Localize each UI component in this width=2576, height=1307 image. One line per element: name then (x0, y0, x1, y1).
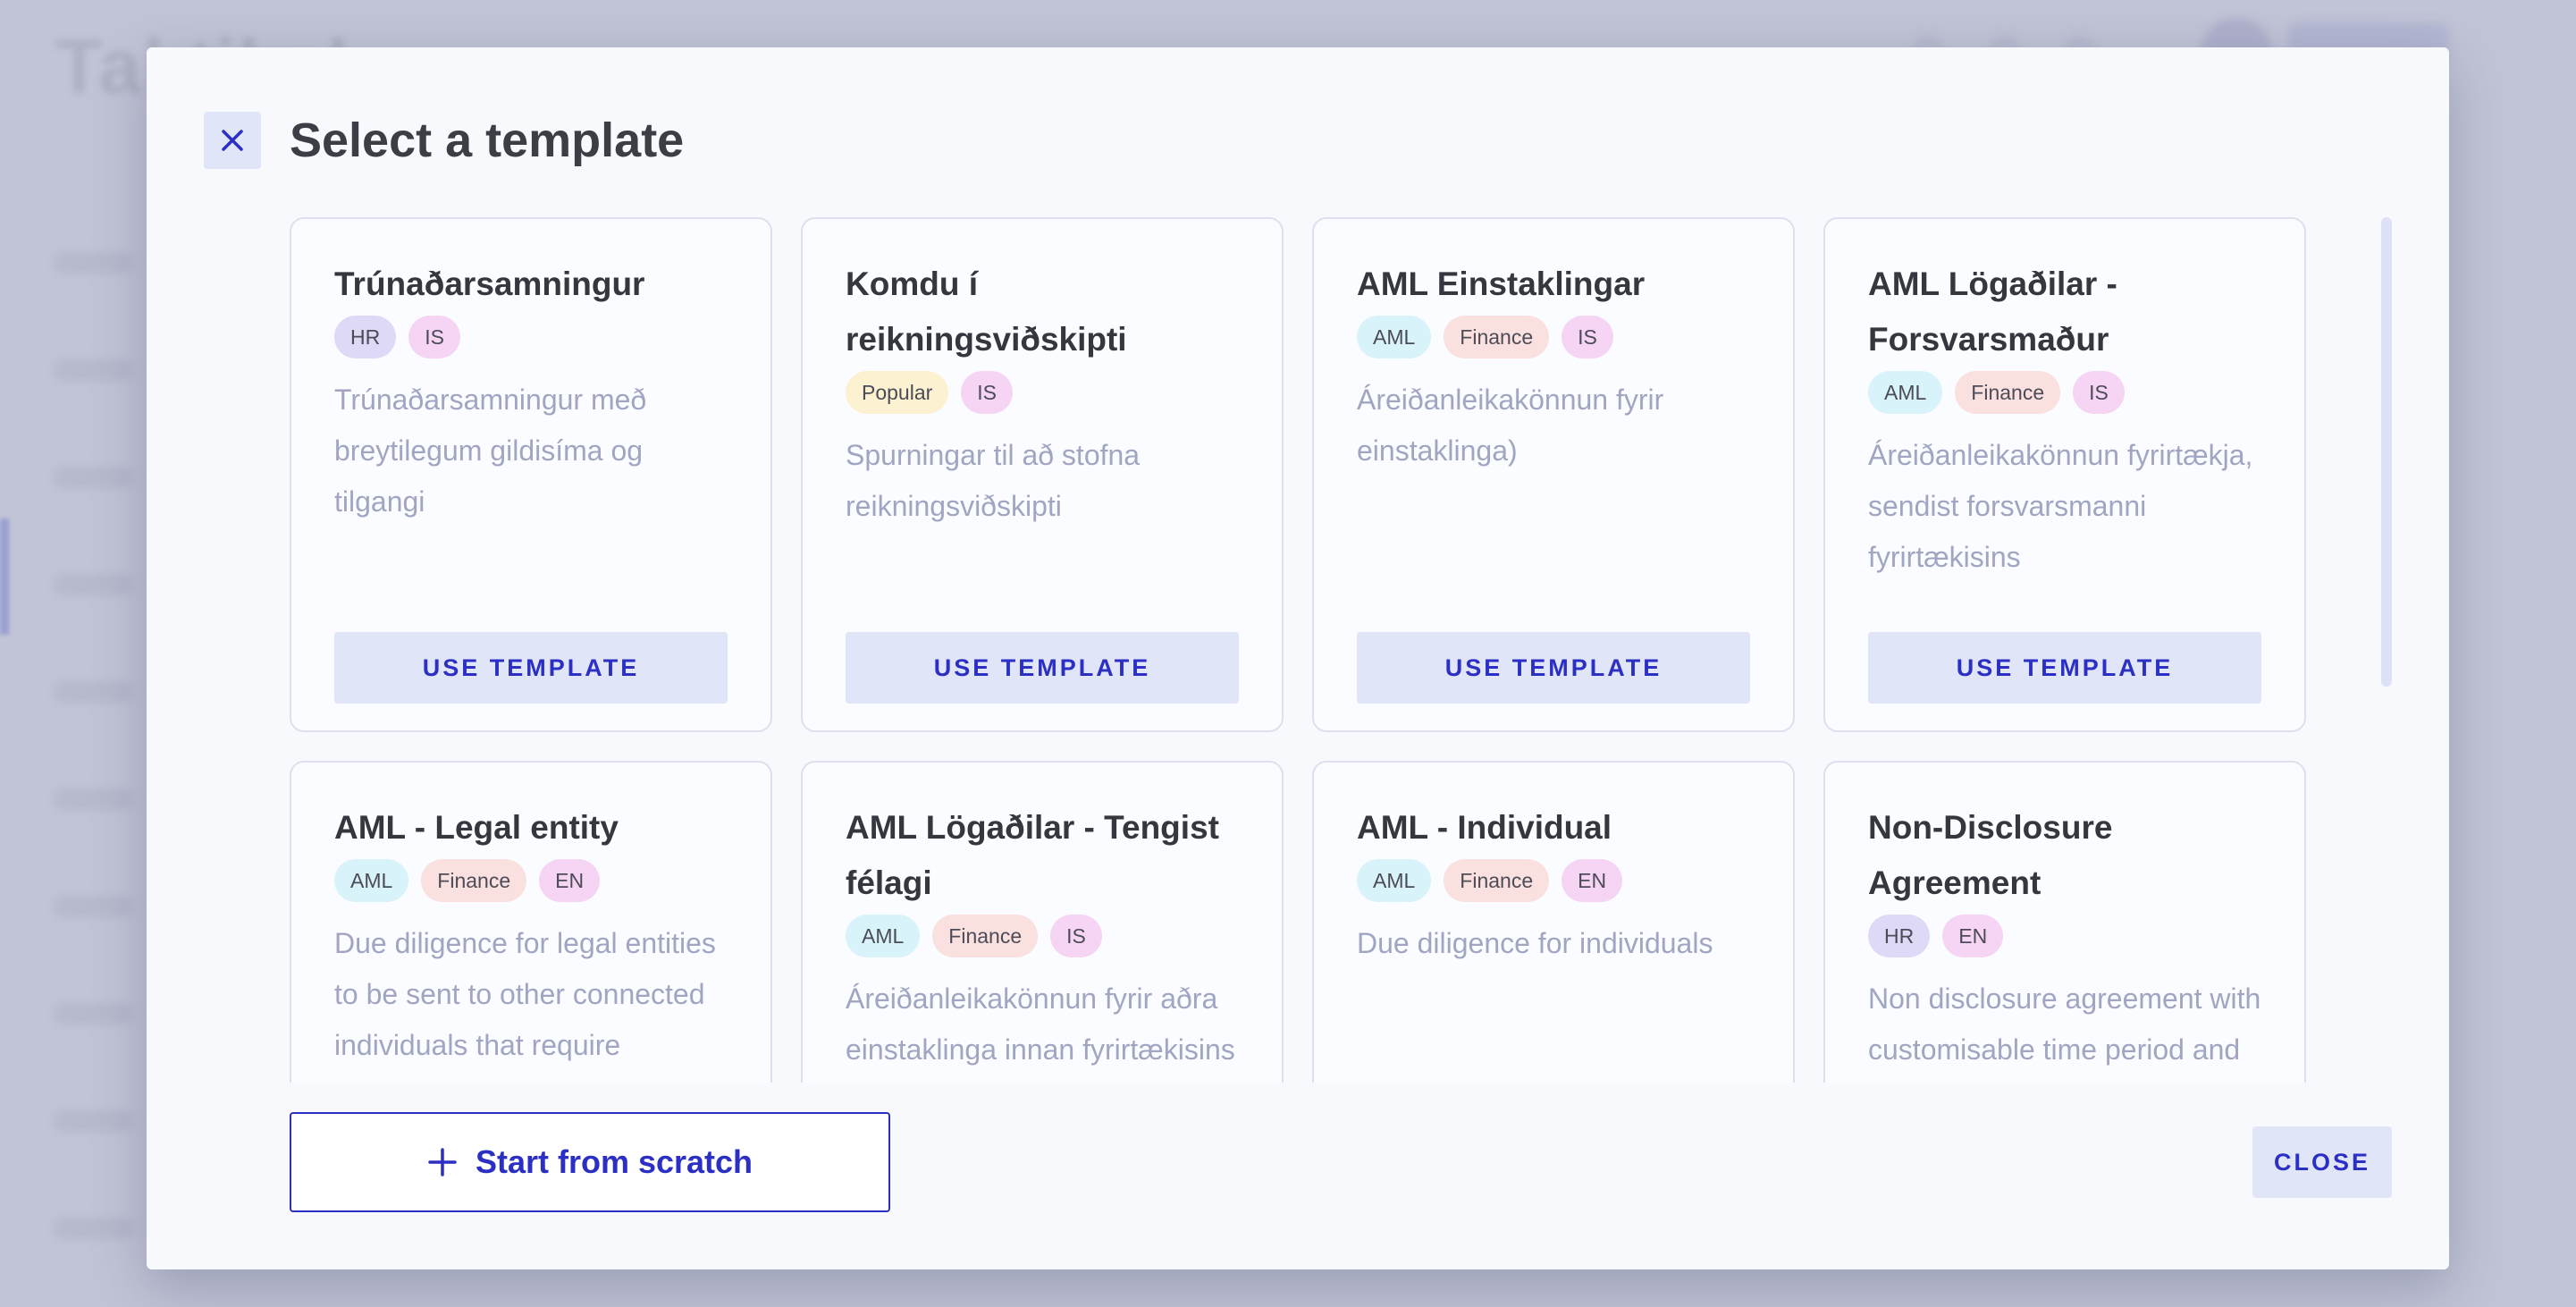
template-card[interactable]: AML - Legal entity AML Finance EN Due dilige… (290, 761, 772, 1083)
template-title: AML Lögaðilar - Forsvarsmaður (1868, 266, 2117, 358)
template-description: Spurningar til að stofna reikningsviðski… (846, 439, 1141, 522)
template-title: Trúnaðarsamningur (334, 266, 645, 302)
tag-badge: EN (1562, 859, 1623, 902)
template-card[interactable]: AML Lögaðilar - Tengist félagi AML Finance… (801, 761, 1284, 1083)
tag-badge: Finance (1444, 316, 1550, 358)
template-description: Áreiðanleikakönnun fyrir einstaklinga) (1357, 384, 1664, 467)
sidebar-item (54, 467, 134, 488)
template-title: AML Einstaklingar (1357, 266, 1646, 302)
tag-badge: AML (1868, 371, 1943, 414)
modal-title: Select a template (290, 114, 685, 167)
tag-badge: AML (334, 859, 409, 902)
sidebar-item (54, 252, 134, 274)
template-tags: HR IS (334, 316, 728, 358)
select-template-modal: Select a template Trúnaðarsamningur HR IS T… (147, 47, 2449, 1269)
template-list[interactable]: Trúnaðarsamningur HR IS Trúnaðarsamningur m… (290, 217, 2471, 1083)
scrollbar-thumb[interactable] (2381, 217, 2392, 687)
tag-badge: AML (846, 915, 921, 957)
sidebar-active-indicator (0, 519, 9, 635)
template-tags: AML Finance IS (1868, 371, 2261, 414)
template-title: AML Lögaðilar - Tengist félagi (846, 809, 1219, 901)
template-tags: AML Finance IS (846, 915, 1239, 957)
template-tags: Popular IS (846, 371, 1239, 414)
template-card[interactable]: Trúnaðarsamningur HR IS Trúnaðarsamningur m… (290, 217, 772, 732)
sidebar-item (54, 896, 134, 917)
modal-close-icon-button[interactable] (204, 112, 261, 169)
template-card[interactable]: AML Einstaklingar AML Finance IS Áreiðanleik… (1312, 217, 1795, 732)
template-description: Trúnaðarsamningur með breytilegum gildis… (334, 384, 647, 518)
start-from-scratch-label: Start from scratch (475, 1143, 753, 1180)
use-template-button[interactable]: USE TEMPLATE (1868, 632, 2261, 704)
template-title: Komdu í reikningsviðskipti (846, 266, 1127, 358)
plus-icon (428, 1148, 457, 1176)
template-card[interactable]: AML - Individual AML Finance EN Due diligenc… (1312, 761, 1795, 1083)
template-tags: AML Finance EN (1357, 859, 1750, 902)
template-title: Non-Disclosure Agreement (1868, 809, 2113, 901)
template-title: AML - Legal entity (334, 809, 619, 846)
template-card[interactable]: Non-Disclosure Agreement HR EN Non disclosu… (1823, 761, 2306, 1083)
use-template-button[interactable]: USE TEMPLATE (846, 632, 1239, 704)
template-tags: AML Finance IS (1357, 316, 1750, 358)
template-description: Due diligence for individuals (1357, 927, 1713, 959)
sidebar-item (54, 359, 134, 381)
template-description: Due diligence for legal entities to be s… (334, 927, 716, 1083)
sidebar-item (54, 681, 134, 703)
tag-badge: Finance (421, 859, 527, 902)
sidebar-item (54, 788, 134, 810)
template-tags: AML Finance EN (334, 859, 728, 902)
tag-badge: Finance (932, 915, 1039, 957)
close-button[interactable]: CLOSE (2252, 1126, 2392, 1198)
tag-badge: IS (408, 316, 460, 358)
tag-badge: IS (1050, 915, 1102, 957)
template-description: Non disclosure agreement with customisab… (1868, 982, 2261, 1066)
sidebar-item (54, 574, 134, 595)
use-template-button[interactable]: USE TEMPLATE (334, 632, 728, 704)
tag-badge: HR (334, 316, 397, 358)
start-from-scratch-button[interactable]: Start from scratch (290, 1112, 890, 1212)
template-tags: HR EN (1868, 915, 2261, 957)
close-icon (222, 130, 243, 151)
tag-badge: HR (1868, 915, 1931, 957)
template-title: AML - Individual (1357, 809, 1612, 846)
tag-badge: AML (1357, 316, 1432, 358)
tag-badge: IS (961, 371, 1014, 414)
sidebar-item (54, 1218, 134, 1239)
tag-badge: Finance (1444, 859, 1550, 902)
template-grid: Trúnaðarsamningur HR IS Trúnaðarsamningur m… (290, 217, 2471, 1083)
tag-badge: EN (1942, 915, 2004, 957)
template-card[interactable]: AML Lögaðilar - Forsvarsmaður AML Finance I… (1823, 217, 2306, 732)
sidebar-item (54, 1110, 134, 1132)
sidebar-item (54, 1003, 134, 1025)
tag-badge: IS (2073, 371, 2125, 414)
use-template-button[interactable]: USE TEMPLATE (1357, 632, 1750, 704)
tag-badge: Popular (846, 371, 949, 414)
tag-badge: AML (1357, 859, 1432, 902)
tag-badge: IS (1562, 316, 1613, 358)
template-card[interactable]: Komdu í reikningsviðskipti Popular IS Spurn… (801, 217, 1284, 732)
template-description: Áreiðanleikakönnun fyrirtækja, sendist f… (1868, 439, 2253, 573)
tag-badge: EN (539, 859, 601, 902)
template-description: Áreiðanleikakönnun fyrir aðra einstaklin… (846, 982, 1235, 1066)
tag-badge: Finance (1955, 371, 2061, 414)
